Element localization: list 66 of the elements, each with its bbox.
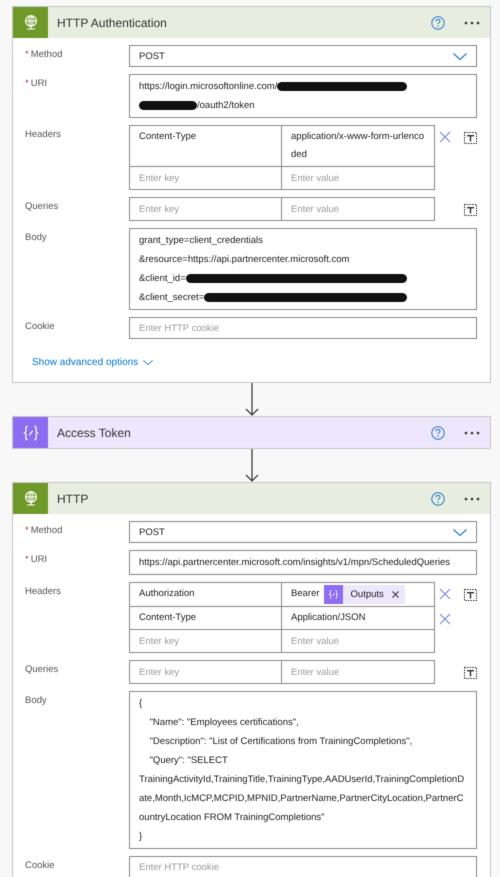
- chevron-icon: [143, 360, 154, 365]
- method-dropdown[interactable]: POST: [129, 45, 477, 67]
- uri-field[interactable]: https://login.microsoftonline.com/ /oauth2/token: [129, 74, 477, 118]
- help-icon[interactable]: [431, 492, 445, 506]
- redaction-mark: [139, 101, 197, 110]
- value-field[interactable]: Enter value: [281, 629, 435, 653]
- field-label: Queries: [25, 664, 58, 677]
- field-label: URI: [30, 78, 48, 91]
- required-mark: *: [25, 49, 29, 62]
- method-dropdown[interactable]: POST: [129, 521, 477, 543]
- value-field[interactable]: Bearer Outputs: [281, 582, 435, 607]
- globe-icon: [24, 14, 38, 30]
- connector-arrow: [244, 383, 258, 416]
- chevron-icon: [453, 52, 467, 60]
- body-field[interactable]: grant_type=client_credentials &resource=https://api.partnercenter.microsoft.com &client_id= &client_secret=: [129, 228, 477, 310]
- card-header[interactable]: HTTP: [13, 483, 490, 514]
- help-icon[interactable]: [431, 426, 445, 440]
- cookie-field[interactable]: Enter HTTP cookie: [129, 856, 477, 877]
- connector-arrow: [244, 449, 258, 482]
- remove-icon[interactable]: [439, 613, 451, 625]
- field-label: Headers: [25, 129, 61, 142]
- required-mark: *: [25, 78, 29, 91]
- variable-icon: [328, 589, 339, 600]
- cookie-field[interactable]: Enter HTTP cookie: [129, 317, 477, 339]
- card-title: Access Token: [57, 426, 132, 440]
- close-icon[interactable]: [392, 591, 399, 598]
- more-icon[interactable]: [464, 20, 480, 24]
- more-icon[interactable]: [464, 496, 480, 500]
- required-mark: *: [25, 554, 29, 567]
- remove-icon[interactable]: [439, 588, 451, 600]
- field-label: Headers: [25, 586, 61, 599]
- chevron-icon: [453, 528, 467, 536]
- field-label: Method: [30, 525, 62, 538]
- text-mode-icon[interactable]: [464, 131, 477, 144]
- field-label: Method: [30, 49, 62, 62]
- value-field[interactable]: Enter value: [281, 166, 435, 190]
- key-field[interactable]: Enter key: [129, 166, 282, 190]
- text-mode-icon[interactable]: [464, 588, 477, 601]
- uri-field[interactable]: https://api.partnercenter.microsoft.com/insights/v1/mpn/ScheduledQueries: [129, 550, 477, 575]
- card-header[interactable]: HTTP Authentication: [13, 7, 490, 38]
- required-mark: *: [25, 525, 29, 538]
- variable-icon: [22, 424, 40, 442]
- field-label: Queries: [25, 201, 58, 214]
- field-label: Cookie: [25, 321, 55, 334]
- field-label: Cookie: [25, 860, 55, 873]
- advanced-options-link[interactable]: Show advanced options: [25, 346, 154, 382]
- field-label: URI: [30, 554, 48, 567]
- token-chip[interactable]: Outputs: [324, 585, 405, 604]
- value-field[interactable]: Enter value: [281, 197, 435, 221]
- key-field[interactable]: Authorization: [129, 582, 282, 607]
- remove-icon[interactable]: [439, 131, 451, 143]
- key-field[interactable]: Enter key: [129, 629, 282, 653]
- card-title: HTTP: [57, 492, 90, 506]
- help-icon[interactable]: [431, 16, 445, 30]
- value-field[interactable]: Enter value: [281, 660, 435, 684]
- text-mode-icon[interactable]: [464, 203, 477, 216]
- field-label: Body: [25, 695, 47, 708]
- text-mode-icon[interactable]: [464, 666, 477, 679]
- body-field[interactable]: { "Name": "Employees certifications", "Description": "List of Certifications from TrainingCompletions", "Query": "SELECT TrainingActivityId,TrainingTitle,TrainingType,AADUserId,TrainingCompletionDate,Month,IcMCP,MCPID,MPNID,PartnerName,PartnerCityLocation,PartnerCountryLocation FROM TrainingCompletions" }: [129, 691, 477, 849]
- card-title: HTTP Authentication: [57, 16, 168, 30]
- card-header[interactable]: Access Token: [13, 417, 490, 448]
- globe-icon: [24, 490, 38, 506]
- more-icon[interactable]: [464, 430, 480, 434]
- key-field[interactable]: Enter key: [129, 660, 282, 684]
- key-field[interactable]: Enter key: [129, 197, 282, 221]
- field-label: Body: [25, 232, 47, 245]
